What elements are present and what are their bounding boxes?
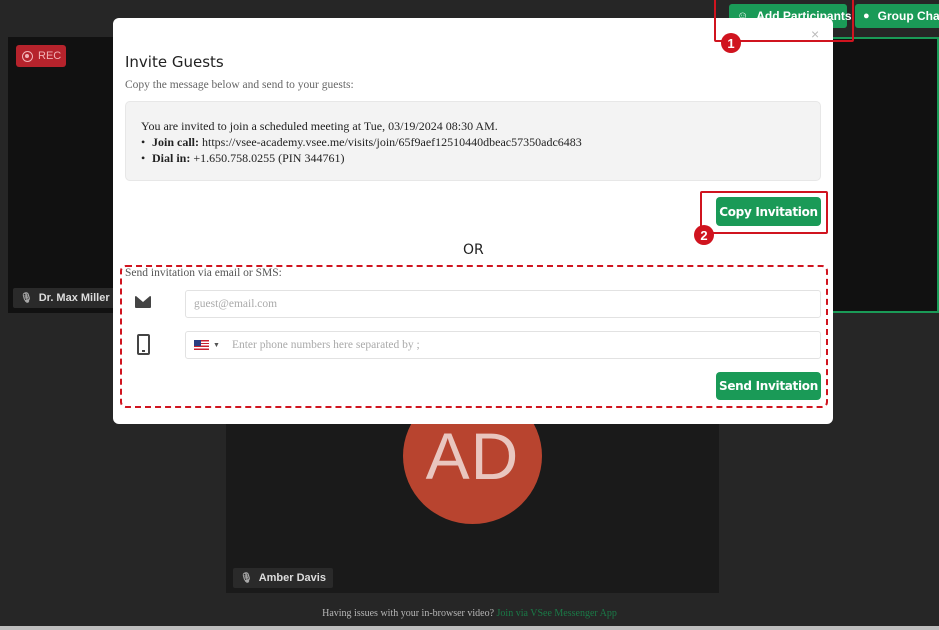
rec-badge: REC (16, 45, 66, 67)
group-chat-label: Group Chat (877, 9, 939, 23)
video-tile-right (826, 37, 939, 313)
bottom-strip (0, 626, 939, 630)
dial-in-item: Dial in: +1.650.758.0255 (PIN 344761) (141, 150, 805, 166)
rec-label: REC (38, 50, 62, 62)
modal-title: Invite Guests (125, 53, 224, 71)
participant-name: Amber Davis (258, 572, 326, 584)
annotation-badge-1: 1 (721, 33, 741, 53)
mic-muted-icon: 🎙︎ (20, 292, 33, 304)
modal-subtitle: Copy the message below and send to your … (125, 79, 354, 91)
annotation-box-copy-invitation (700, 191, 828, 234)
annotation-dashed-send-section (120, 265, 828, 408)
footer-text: Having issues with your in-browser video… (322, 608, 495, 619)
footer-link[interactable]: Join via VSee Messenger App (497, 608, 617, 619)
nametag-amber: 🎙︎ Amber Davis (233, 568, 333, 588)
chat-icon: ● (863, 10, 870, 22)
participant-name: Dr. Max Miller (r (38, 292, 121, 304)
join-call-item: Join call: https://vsee-academy.vsee.me/… (141, 134, 805, 150)
invitation-message: You are invited to join a scheduled meet… (125, 101, 821, 181)
dial-value: +1.650.758.0255 (PIN 344761) (193, 151, 345, 165)
join-label: Join call: (152, 135, 199, 149)
nametag-max: 🎙︎ Dr. Max Miller (r (13, 288, 126, 308)
record-icon (22, 50, 33, 62)
dial-label: Dial in: (152, 151, 191, 165)
message-line: You are invited to join a scheduled meet… (141, 119, 498, 133)
mic-muted-icon: 🎙︎ (240, 572, 253, 584)
join-url: https://vsee-academy.vsee.me/visits/join… (202, 135, 582, 149)
footer-help: Having issues with your in-browser video… (0, 608, 939, 619)
or-divider: OR (463, 242, 484, 258)
annotation-badge-2: 2 (694, 225, 714, 245)
group-chat-button[interactable]: ● Group Chat (855, 4, 939, 28)
